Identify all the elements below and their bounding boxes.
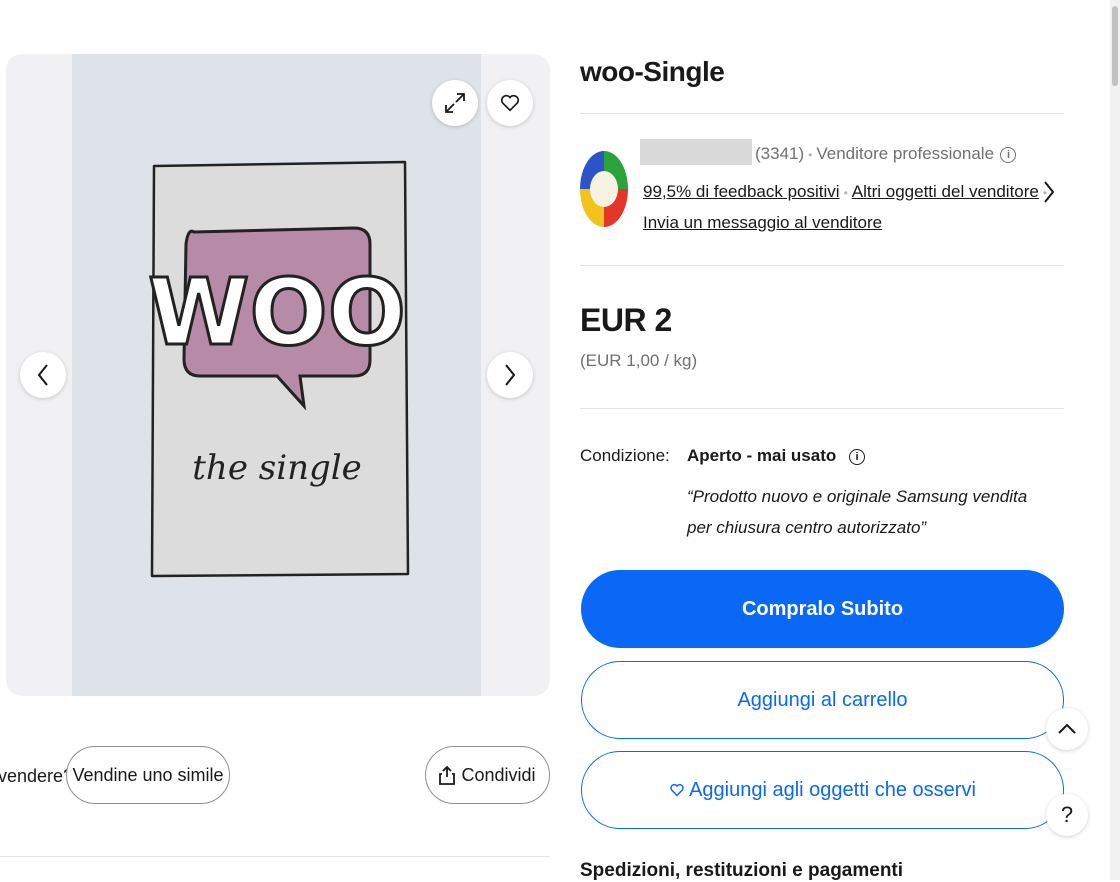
back-to-top-button[interactable] [1046,708,1088,750]
woo-logo-text: WOO [148,259,406,366]
share-label: Condividi [461,764,536,785]
seller-feedback-count: (3341) [755,144,805,163]
condition-value: Aperto - mai usato i [687,446,865,466]
condition-value-text: Aperto - mai usato [687,446,837,465]
scrollbar-track[interactable] [1110,0,1120,880]
shipping-section-heading: Spedizioni, restituzioni e pagamenti [580,860,904,881]
heart-icon [669,782,685,798]
price: EUR 2 [580,302,672,338]
seller-divider [580,265,1064,266]
next-image-button[interactable] [487,352,533,398]
help-button[interactable]: ? [1046,794,1088,836]
add-to-cart-button[interactable]: Aggiungi al carrello [581,661,1064,739]
favorite-button[interactable] [487,80,533,126]
seller-chevron-right-icon[interactable] [1042,180,1056,209]
woo-subtitle-text: the single [192,448,361,488]
message-seller-link[interactable]: Invia un messaggio al venditore [643,213,882,233]
seller-meta-line: (3341) • Venditore professionale i [755,144,1017,164]
info-icon[interactable]: i [1000,146,1017,163]
seller-name-redacted[interactable] [640,139,752,165]
unit-price: (EUR 1,00 / kg) [580,351,698,370]
share-icon [439,765,456,785]
help-label: ? [1060,802,1074,827]
add-to-cart-label: Aggiungi al carrello [737,688,908,711]
sell-similar-button[interactable]: Vendine uno simile [66,746,230,804]
share-button[interactable]: Condividi [425,746,550,804]
expand-icon [444,92,466,114]
sell-prompt: vendere? [0,766,74,786]
seller-links-line: 99,5% di feedback positivi • Altri oggetti… [643,182,1051,202]
title-divider [580,113,1064,114]
expand-button[interactable] [432,80,478,126]
previous-image-button[interactable] [20,352,66,398]
other-items-link[interactable]: Altri oggetti del venditore [852,182,1039,201]
info-icon[interactable]: i [848,448,865,465]
chevron-right-icon [503,363,517,387]
feedback-link[interactable]: 99,5% di feedback positivi [643,182,840,201]
chevron-up-icon [1057,723,1077,735]
separator-dot: • [808,148,813,162]
image-gallery: WOO the single [6,54,550,696]
sell-similar-label: Vendine uno simile [72,764,224,785]
chevron-left-icon [36,363,50,387]
watch-button[interactable]: Aggiungi agli oggetti che osservi [581,751,1064,829]
left-divider [0,856,550,857]
watch-label: Aggiungi agli oggetti che osservi [689,778,976,801]
product-image[interactable]: WOO the single [72,54,481,696]
product-title: woo-Single [580,56,725,87]
separator-dot: • [843,186,848,200]
price-divider [580,408,1064,409]
scrollbar-thumb[interactable] [1112,6,1118,86]
buy-now-button[interactable]: Compralo Subito [581,570,1064,648]
condition-description: “Prodotto nuovo e originale Samsung vend… [687,487,1028,537]
seller-avatar[interactable] [580,151,628,227]
seller-type: Venditore professionale [816,144,995,163]
condition-label: Condizione: [580,446,670,465]
buy-now-label: Compralo Subito [741,597,904,620]
heart-icon [499,92,521,114]
